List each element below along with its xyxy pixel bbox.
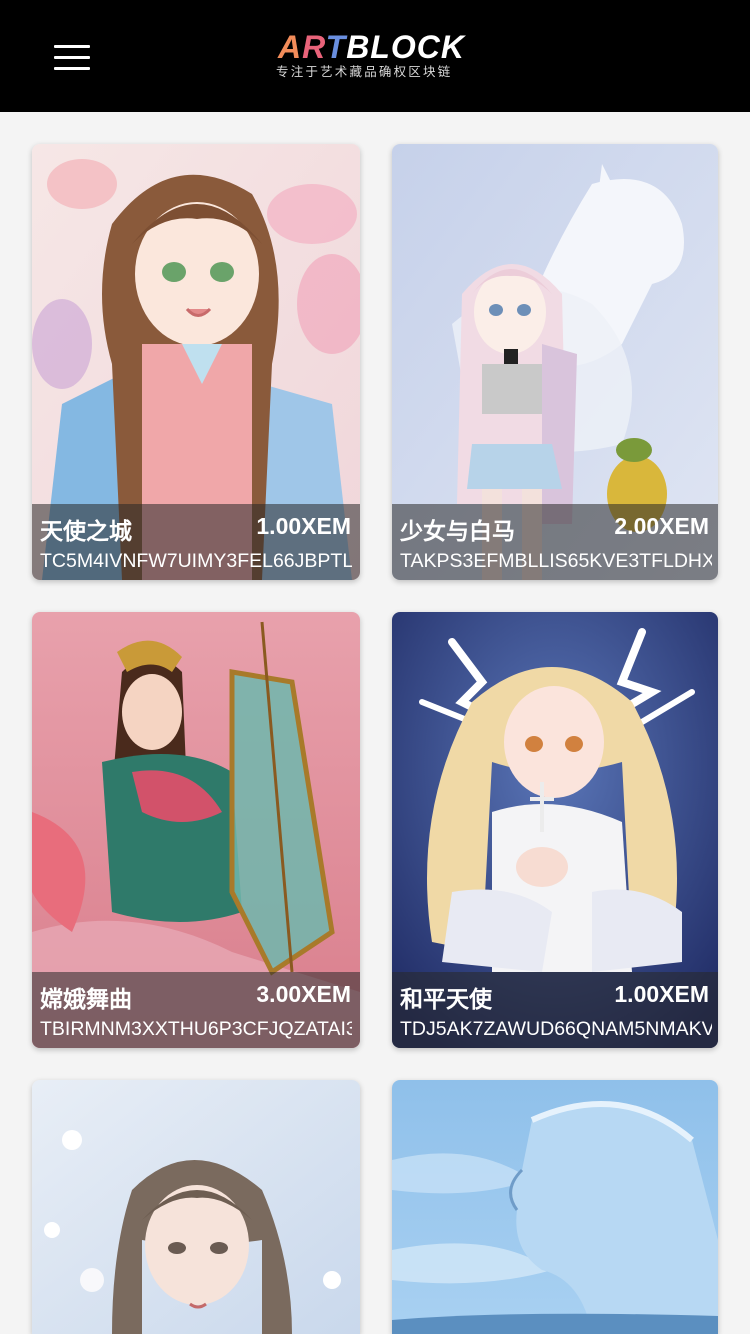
artwork-address: TDJ5AK7ZAWUD66QNAM5NMAKV (400, 1018, 712, 1040)
app-header: ARTBLOCK 专注于艺术藏品确权区块链 (0, 0, 750, 112)
artwork-card[interactable] (392, 1080, 718, 1334)
artwork-address: TAKPS3EFMBLLIS65KVE3TFLDHX (400, 550, 712, 572)
logo-wordmark: ARTBLOCK (278, 29, 465, 65)
card-info-bar: 嫦娥舞曲 3.00XEM TBIRMNM3XXTHU6P3CFJQZATAI3 (32, 972, 360, 1048)
artwork-price: 1.00XEM (614, 981, 709, 1007)
artwork-title: 嫦娥舞曲 (40, 986, 132, 1012)
artwork-image (32, 1080, 360, 1334)
artwork-title: 天使之城 (40, 518, 132, 544)
artwork-price: 2.00XEM (614, 513, 709, 539)
card-info-bar: 天使之城 1.00XEM TC5M4IVNFW7UIMY3FEL66JBPTL (32, 504, 360, 580)
artwork-price: 1.00XEM (256, 513, 351, 539)
artwork-card[interactable]: 嫦娥舞曲 3.00XEM TBIRMNM3XXTHU6P3CFJQZATAI3 (32, 612, 360, 1048)
artwork-price: 3.00XEM (256, 981, 351, 1007)
artwork-card[interactable]: 天使之城 1.00XEM TC5M4IVNFW7UIMY3FEL66JBPTL (32, 144, 360, 580)
artwork-card[interactable] (32, 1080, 360, 1334)
artwork-address: TBIRMNM3XXTHU6P3CFJQZATAI3 (40, 1018, 352, 1040)
artwork-card[interactable]: 少女与白马 2.00XEM TAKPS3EFMBLLIS65KVE3TFLDHX (392, 144, 718, 580)
artwork-card[interactable]: 和平天使 1.00XEM TDJ5AK7ZAWUD66QNAM5NMAKV (392, 612, 718, 1048)
menu-button[interactable] (54, 45, 90, 71)
artblock-logo[interactable]: ARTBLOCK 专注于艺术藏品确权区块链 (276, 30, 476, 82)
hamburger-menu-icon (54, 45, 90, 48)
artwork-title: 和平天使 (400, 986, 492, 1012)
artwork-image (392, 1080, 718, 1334)
card-info-bar: 少女与白马 2.00XEM TAKPS3EFMBLLIS65KVE3TFLDHX (392, 504, 718, 580)
artwork-title: 少女与白马 (400, 518, 515, 544)
artwork-address: TC5M4IVNFW7UIMY3FEL66JBPTL (40, 550, 352, 572)
card-info-bar: 和平天使 1.00XEM TDJ5AK7ZAWUD66QNAM5NMAKV (392, 972, 718, 1048)
logo-tagline: 专注于艺术藏品确权区块链 (276, 65, 453, 79)
